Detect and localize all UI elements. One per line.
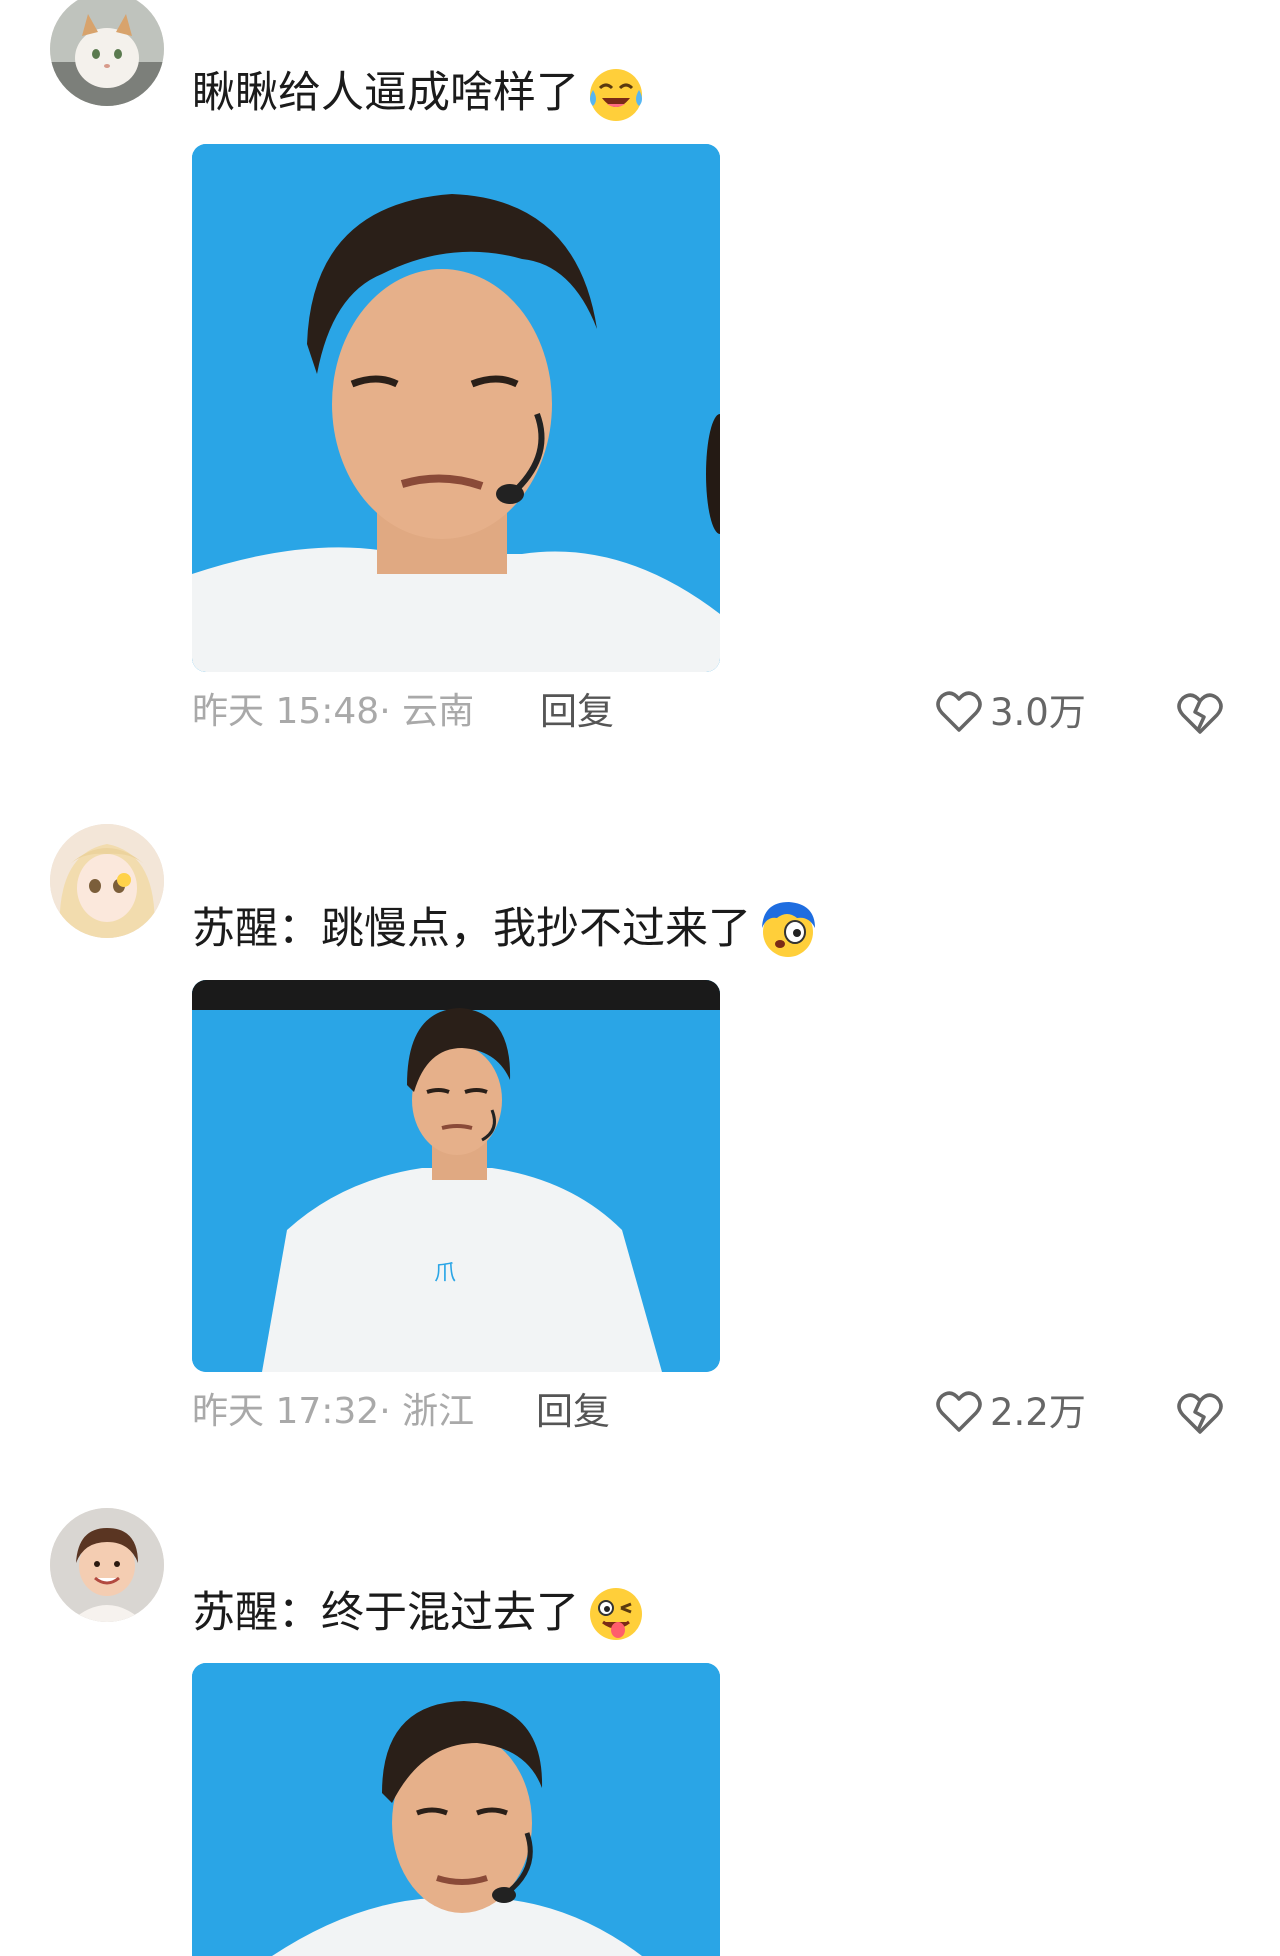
shocked-blue-hair-emoji-icon [757,898,819,960]
broken-heart-icon[interactable] [1174,686,1226,738]
heart-icon [934,1386,984,1440]
like-button[interactable]: 2.2万 [934,1386,1086,1440]
meme-image-1[interactable] [192,144,720,672]
comment-time: 昨天 15:48· 云南 [192,691,475,732]
comment-text: 苏醒：跳慢点，我抄不过来了 [192,904,751,954]
like-count: 2.2万 [990,1391,1086,1434]
meme-image-3[interactable] [192,1663,720,1956]
meme-image-2[interactable]: 爪 [192,980,720,1372]
crying-laughing-emoji-icon [585,62,647,124]
comment-text: 瞅瞅给人逼成啥样了 [192,68,579,118]
broken-heart-icon[interactable] [1174,1386,1226,1438]
comment-time: 昨天 17:32· 浙江 [192,1391,475,1432]
reply-button[interactable]: 回复 [536,1382,610,1442]
comment-text: 苏醒：终于混过去了 [192,1588,579,1638]
heart-icon [934,686,984,740]
like-count: 3.0万 [990,691,1086,734]
avatar-anime-girl[interactable] [50,824,164,938]
like-button[interactable]: 3.0万 [934,686,1086,740]
winking-tongue-emoji-icon [585,1582,647,1644]
reply-button[interactable]: 回复 [540,682,614,742]
avatar-cat[interactable] [50,0,164,106]
svg-text:爪: 爪 [434,1261,456,1286]
avatar-child[interactable] [50,1508,164,1622]
